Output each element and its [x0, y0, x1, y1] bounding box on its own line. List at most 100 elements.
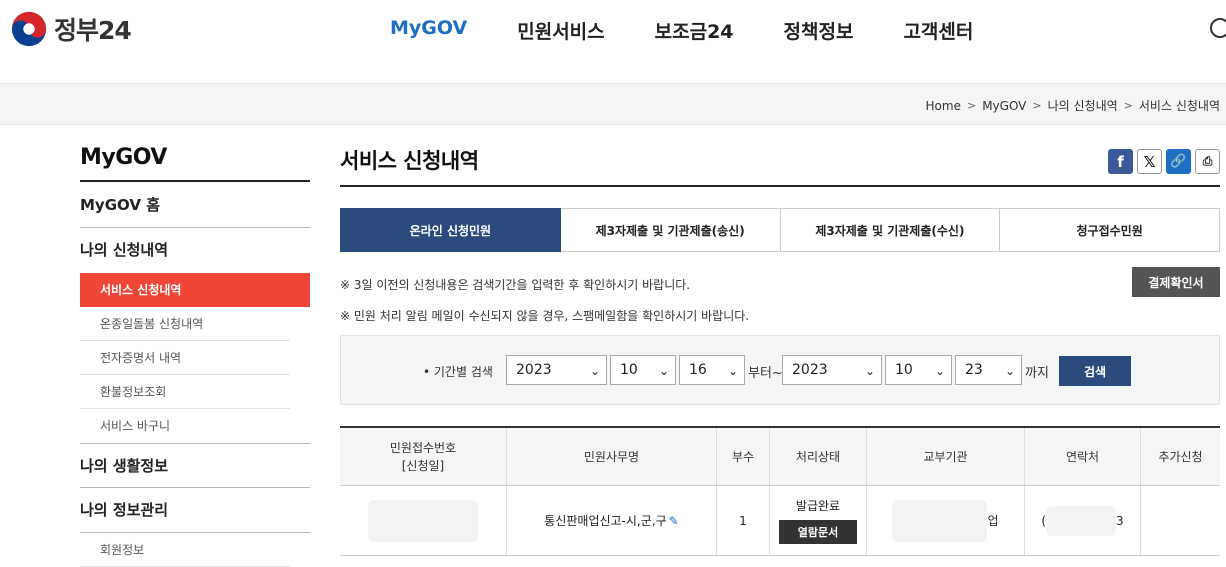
sidebar-item-info-management[interactable]: 나의 정보관리: [80, 488, 310, 533]
sidebar-item-refund-info[interactable]: 환불정보조회: [80, 375, 290, 409]
sidebar: MyGOV MyGOV 홈 나의 신청내역 서비스 신청내역 온종일돌봄 신청내…: [80, 145, 310, 567]
request-tabs: 온라인 신청민원 제3자제출 및 기관제출(송신) 제3자제출 및 기관제출(수…: [340, 208, 1220, 252]
breadcrumb-home[interactable]: Home: [926, 99, 961, 113]
from-year-value: 2023: [516, 362, 552, 378]
tab-third-party-received[interactable]: 제3자제출 및 기관제출(수신): [780, 208, 1001, 252]
title-row: 서비스 신청내역 f 𝕏 🔗 ⎙: [340, 145, 1220, 187]
chevron-right-icon: >: [966, 99, 977, 112]
share-buttons: f 𝕏 🔗 ⎙: [1104, 149, 1220, 174]
print-icon[interactable]: ⎙: [1195, 149, 1220, 174]
to-year-select[interactable]: 2023 ⌄: [782, 355, 882, 385]
logo-text: 정부24: [54, 16, 132, 45]
header-count: 부수: [717, 428, 770, 485]
page-title: 서비스 신청내역: [340, 149, 479, 173]
cell-receipt-number: [340, 486, 507, 555]
sidebar-item-my-requests[interactable]: 나의 신청내역: [80, 228, 310, 273]
x-icon[interactable]: 𝕏: [1137, 149, 1162, 174]
search-button[interactable]: 검색: [1059, 356, 1131, 386]
notice-search-period: ※ 3일 이전의 신청내용은 검색기간을 입력한 후 확인하시기 바랍니다.: [340, 278, 691, 292]
taegeuk-logo-icon: [11, 11, 47, 47]
sidebar-item-service-basket[interactable]: 서비스 바구니: [80, 409, 290, 443]
breadcrumb: Home > MyGOV > 나의 신청내역 > 서비스 신청내역: [926, 97, 1220, 114]
search-icon[interactable]: [1210, 18, 1226, 38]
sidebar-item-allday-care[interactable]: 온종일돌봄 신청내역: [80, 307, 290, 341]
from-day-select[interactable]: 16 ⌄: [679, 355, 745, 385]
sidebar-item-member-info[interactable]: 회원정보: [80, 533, 290, 567]
nav-customer-center[interactable]: 고객센터: [903, 17, 973, 44]
header-service-name: 민원사무명: [507, 428, 717, 485]
sidebar-title: MyGOV: [80, 145, 310, 182]
sidebar-item-mygov-home[interactable]: MyGOV 홈: [80, 182, 310, 228]
sidebar-item-service-requests[interactable]: 서비스 신청내역: [80, 273, 310, 307]
header-status: 처리상태: [770, 428, 867, 485]
to-month-value: 10: [895, 362, 913, 378]
view-document-button[interactable]: 열람문서: [779, 520, 857, 544]
sidebar-item-life-info[interactable]: 나의 생활정보: [80, 443, 310, 488]
header-additional-request: 추가신청: [1158, 449, 1203, 464]
redacted-block: [1046, 505, 1117, 536]
nav-subsidy24[interactable]: 보조금24: [655, 17, 734, 44]
status-text: 발급완료: [795, 499, 841, 513]
breadcrumb-mygov[interactable]: MyGOV: [982, 99, 1026, 113]
to-month-select[interactable]: 10 ⌄: [885, 355, 952, 385]
breadcrumb-current[interactable]: 서비스 신청내역: [1139, 97, 1220, 114]
site-header: 정부24 MyGOV 민원서비스 보조금24 정책정보 고객센터: [0, 0, 1226, 84]
requests-table: 민원접수번호 [신청일] 민원사무명 부수 처리상태 교부기관 연락처 추가신청 …: [340, 426, 1220, 556]
cell-additional-request: [1141, 486, 1220, 555]
chevron-right-icon: >: [1032, 99, 1042, 112]
tab-claim-requests[interactable]: 청구접수민원: [1000, 208, 1220, 252]
header-apply-date-label: [신청일]: [401, 458, 445, 473]
link-icon[interactable]: 🔗: [1166, 149, 1191, 174]
cell-contact: ( 3: [1025, 486, 1141, 555]
breadcrumb-bar: Home > MyGOV > 나의 신청내역 > 서비스 신청내역: [0, 84, 1226, 125]
main-content: 서비스 신청내역 f 𝕏 🔗 ⎙ 온라인 신청민원 제3자제출 및 기관제출(송…: [340, 145, 1220, 556]
sidebar-submenu: 서비스 신청내역 온종일돌봄 신청내역 전자증명서 내역 환불정보조회 서비스 …: [80, 273, 310, 443]
tab-third-party-sent[interactable]: 제3자제출 및 기관제출(송신): [560, 208, 781, 252]
nav-policy-info[interactable]: 정책정보: [784, 17, 854, 44]
cell-status: 발급완료 열람문서: [770, 486, 867, 555]
table-header: 민원접수번호 [신청일] 민원사무명 부수 처리상태 교부기관 연락처 추가신청: [340, 428, 1220, 486]
table-row: 통신판매업신고-시,군,구 ✎ 1 발급완료 열람문서 업 ( 3: [340, 486, 1220, 556]
payment-confirmation-button[interactable]: 결제확인서: [1132, 267, 1220, 297]
from-label: 부터~: [748, 366, 783, 381]
chevron-down-icon: ⌄: [1004, 364, 1015, 378]
to-year-value: 2023: [792, 362, 828, 378]
from-year-select[interactable]: 2023 ⌄: [506, 355, 607, 385]
from-month-select[interactable]: 10 ⌄: [610, 355, 676, 385]
redacted-block: [892, 499, 988, 542]
chevron-down-icon: ⌄: [589, 364, 600, 378]
search-period-label: • 기간별 검색: [423, 365, 493, 379]
period-search-box: • 기간별 검색 2023 ⌄ 10 ⌄ 16 ⌄ 부터~ 2023 ⌄ 10 …: [340, 335, 1220, 405]
nav-civil-service[interactable]: 민원서비스: [517, 17, 604, 44]
cell-service-name[interactable]: 통신판매업신고-시,군,구 ✎: [507, 486, 717, 555]
to-day-select[interactable]: 23 ⌄: [955, 355, 1022, 385]
tab-online-requests[interactable]: 온라인 신청민원: [340, 208, 561, 252]
nav-mygov[interactable]: MyGOV: [390, 17, 467, 44]
header-issuing-agency: 교부기관: [867, 428, 1025, 485]
chevron-down-icon: ⌄: [727, 364, 738, 378]
facebook-icon[interactable]: f: [1108, 149, 1133, 174]
header-contact: 연락처: [1025, 428, 1141, 485]
edit-icon[interactable]: ✎: [669, 514, 679, 528]
header-receipt-number: 민원접수번호 [신청일]: [340, 428, 507, 485]
chevron-down-icon: ⌄: [934, 364, 945, 378]
redacted-block: [368, 499, 478, 542]
main-nav: MyGOV 민원서비스 보조금24 정책정보 고객센터: [390, 17, 1023, 44]
chevron-down-icon: ⌄: [658, 364, 669, 378]
cell-count: 1: [717, 486, 770, 555]
logo[interactable]: 정부24: [10, 10, 132, 48]
breadcrumb-my-requests[interactable]: 나의 신청내역: [1048, 97, 1118, 114]
from-day-value: 16: [689, 362, 707, 378]
to-label: 까지: [1025, 366, 1049, 381]
chevron-right-icon: >: [1123, 99, 1133, 112]
contact-end-text: 3: [1116, 513, 1124, 528]
from-month-value: 10: [620, 362, 638, 378]
sidebar-item-e-certificates[interactable]: 전자증명서 내역: [80, 341, 290, 375]
notice-spam-mail: ※ 민원 처리 알림 메일이 수신되지 않을 경우, 스팸메일함을 확인하시기 …: [340, 309, 750, 323]
to-day-value: 23: [965, 362, 983, 378]
cell-issuing-agency: 업: [867, 486, 1025, 555]
chevron-down-icon: ⌄: [864, 364, 875, 378]
service-name-text[interactable]: 통신판매업신고-시,군,구: [544, 512, 666, 529]
header-receipt-number-label: 민원접수번호: [389, 440, 457, 455]
agency-partial-text: 업: [987, 514, 999, 528]
